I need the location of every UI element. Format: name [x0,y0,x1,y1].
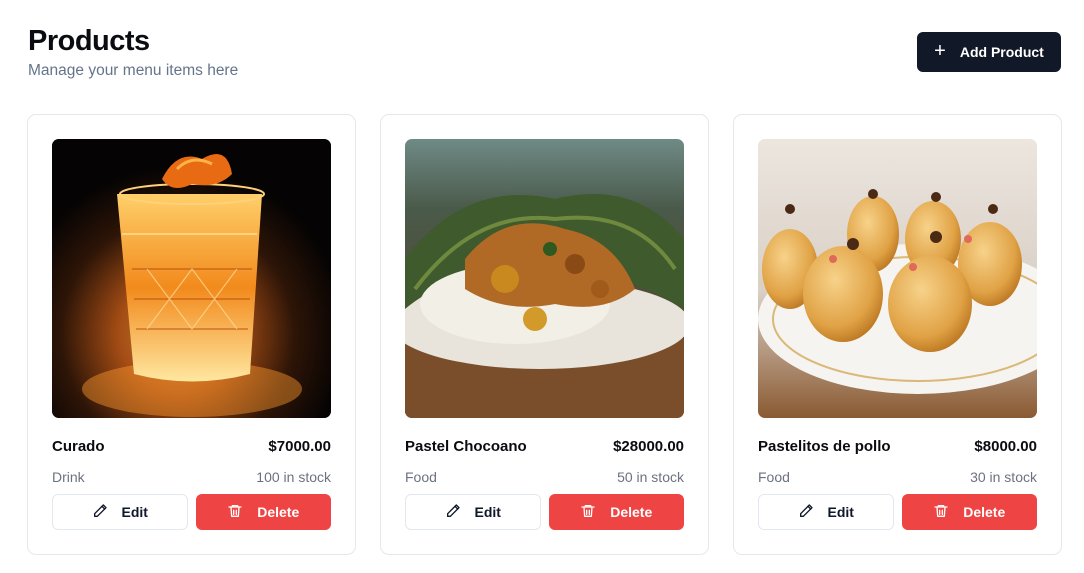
product-card: Curado $7000.00 Drink 100 in stock Edit … [27,114,356,555]
delete-button[interactable]: Delete [548,494,684,530]
delete-label: Delete [257,504,300,520]
product-stock: 50 in stock [617,469,684,485]
product-name: Pastelitos de pollo [758,438,891,455]
pencil-icon [798,503,814,522]
edit-label: Edit [827,504,854,520]
page-title: Products [28,25,150,57]
delete-label: Delete [610,504,653,520]
delete-button[interactable]: Delete [195,494,331,530]
product-card: Pastelitos de pollo $8000.00 Food 30 in … [733,114,1062,555]
product-card: Pastel Chocoano $28000.00 Food 50 in sto… [380,114,709,555]
edit-button[interactable]: Edit [405,494,541,530]
add-product-label: Add Product [959,44,1044,60]
page-header: Products Manage your menu items here [28,24,238,80]
edit-button[interactable]: Edit [52,494,188,530]
product-stock: 100 in stock [256,469,331,485]
delete-label: Delete [963,504,1006,520]
product-price: $7000.00 [268,438,331,455]
edit-label: Edit [474,504,501,520]
plus-icon: + [934,40,946,62]
delete-button[interactable]: Delete [901,494,1037,530]
product-category: Drink [52,469,85,485]
page-subtitle: Manage your menu items here [28,62,239,79]
edit-button[interactable]: Edit [758,494,894,530]
trash-icon [933,503,949,522]
product-name: Curado [52,438,105,455]
product-category: Food [405,469,437,485]
product-price: $28000.00 [613,438,684,455]
add-product-button[interactable]: + Add Product [917,32,1061,72]
edit-label: Edit [121,504,148,520]
product-image-chick-pastries [758,139,1037,418]
pencil-icon [445,503,461,522]
product-name: Pastel Chocoano [405,438,527,455]
trash-icon [227,503,243,522]
product-image-rice-dish [405,139,684,418]
pencil-icon [92,503,108,522]
product-image-cocktail [52,139,331,418]
product-price: $8000.00 [974,438,1037,455]
product-stock: 30 in stock [970,469,1037,485]
trash-icon [580,503,596,522]
product-grid: Curado $7000.00 Drink 100 in stock Edit … [27,114,1062,555]
product-category: Food [758,469,790,485]
